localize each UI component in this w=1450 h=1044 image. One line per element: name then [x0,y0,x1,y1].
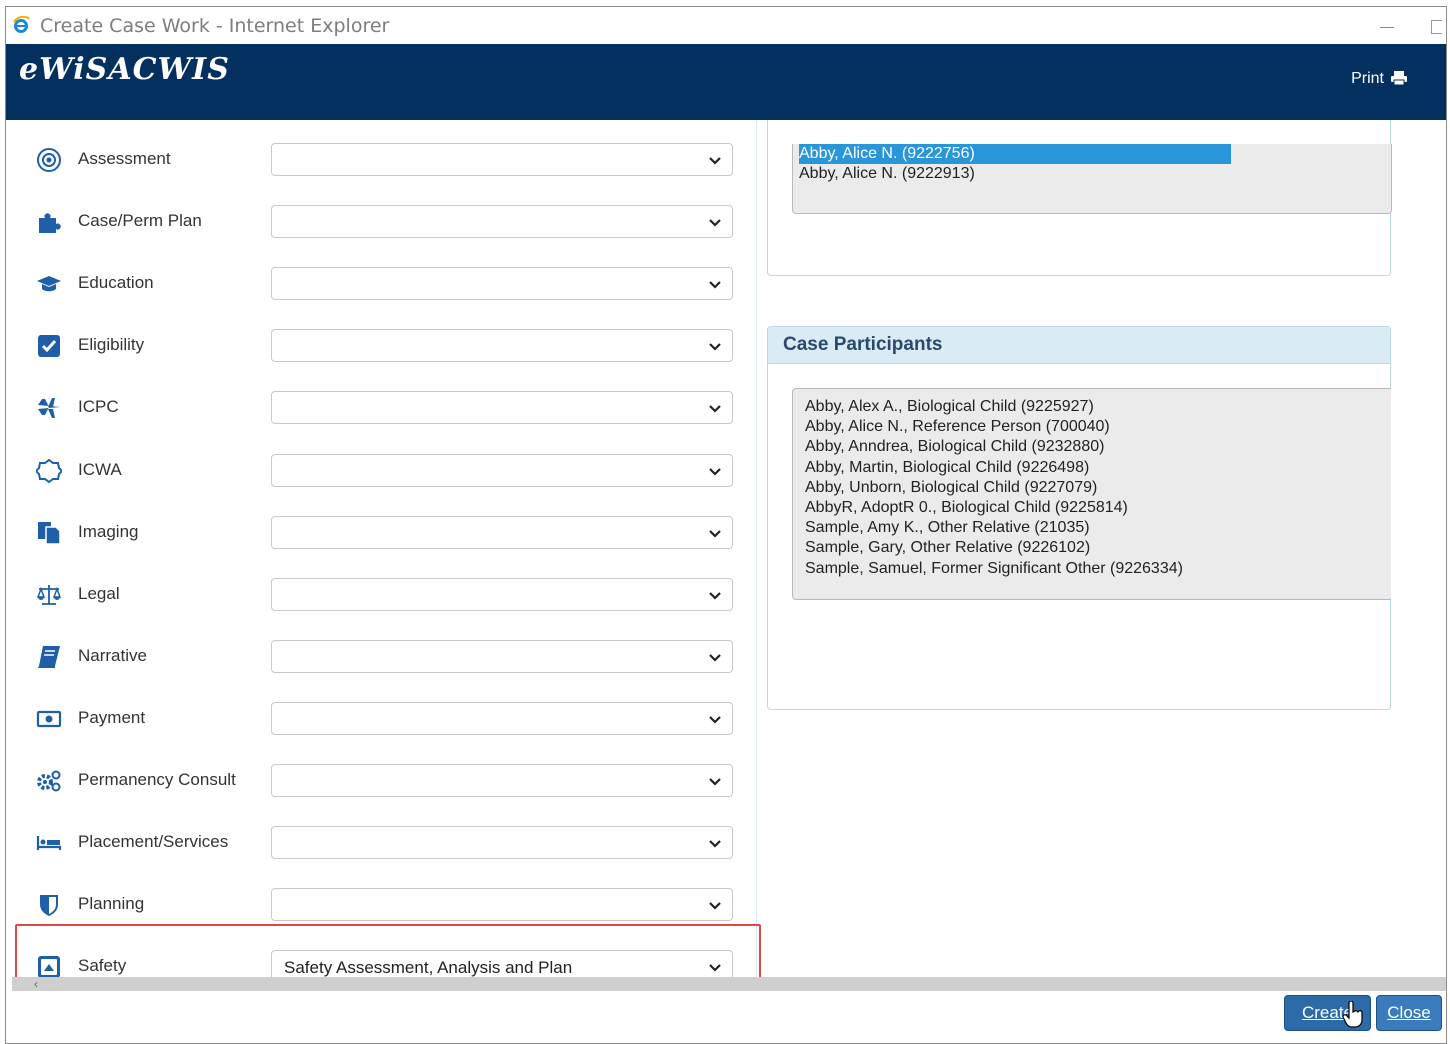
focus-person-item-selected[interactable]: Abby, Alice N. (9222756) [799,144,1231,164]
work-item-label: Case/Perm Plan [78,211,202,230]
scroll-left-icon[interactable]: ‹ [34,977,38,991]
work-item-row-imaging: Imaging [6,514,756,554]
narrative-select[interactable] [271,640,733,673]
target-icon [36,147,62,173]
payment-select[interactable] [271,702,733,735]
work-item-label: Legal [78,584,120,603]
work-item-label: Placement/Services [78,832,229,851]
chevron-down-icon [709,281,721,289]
work-item-row-icpc: ICPC [6,389,756,429]
hand-cursor-icon [1342,1001,1363,1028]
participant-item[interactable]: Sample, Amy K., Other Relative (21035) [793,518,1391,538]
checkbox-icon [36,333,62,359]
participant-item[interactable]: Abby, Alex A., Biological Child (9225927… [793,397,1391,417]
app-header: eWiSACWIS Print [6,44,1446,120]
participant-item[interactable]: Abby, Alice N., Reference Person (700040… [793,417,1391,437]
chevron-down-icon [709,964,721,972]
work-item-label: Permanency Consult [78,770,236,789]
work-item-row-icwa: ICWA [6,452,756,492]
work-item-label: Planning [78,894,145,913]
app-title: eWiSACWIS [19,52,230,87]
chevron-down-icon [709,530,721,538]
work-item-label: Eligibility [78,335,145,354]
window-title: Create Case Work - Internet Explorer [40,15,390,37]
copy-documents-icon [36,520,62,546]
chevron-down-icon [709,219,721,227]
print-label: Print [1351,70,1384,87]
chevron-down-icon [709,840,721,848]
chevron-down-icon [709,157,721,165]
printer-icon [1391,71,1407,86]
participant-item[interactable]: Sample, Samuel, Former Significant Other… [793,559,1391,579]
eligibility-select[interactable] [271,329,733,362]
internet-explorer-icon [13,16,30,33]
case-perm-plan-select[interactable] [271,205,733,238]
case-participants-list[interactable]: Abby, Alex A., Biological Child (9225927… [792,388,1391,600]
work-item-row-education: Education [6,265,756,305]
work-item-label: Imaging [78,522,139,541]
participant-item[interactable]: Abby, Martin, Biological Child (9226498) [793,458,1391,478]
work-item-row-eligibility: Eligibility [6,327,756,367]
work-item-row-legal: Legal [6,576,756,616]
work-item-label: Assessment [78,149,171,168]
selected-value: Safety Assessment, Analysis and Plan [284,958,573,977]
imaging-select[interactable] [271,516,733,549]
participant-item[interactable]: Abby, Unborn, Biological Child (9227079) [793,478,1391,498]
work-item-label: ICPC [78,397,119,416]
icpc-select[interactable] [271,391,733,424]
panel-divider [756,120,757,980]
participant-item[interactable]: Abby, Anndrea, Biological Child (9232880… [793,437,1391,457]
chevron-down-icon [709,405,721,413]
chevron-down-icon [709,592,721,600]
bed-icon [36,830,62,856]
work-item-row-case-perm-plan: Case/Perm Plan [6,203,756,243]
chevron-down-icon [709,778,721,786]
work-item-label: ICWA [78,460,122,479]
maximize-button[interactable] [1431,20,1442,34]
chevron-down-icon [709,468,721,476]
permanency-consult-select[interactable] [271,764,733,797]
focus-person-list[interactable]: Abby, Alice N. (9222756) Abby, Alice N. … [792,144,1392,214]
case-participants-title: Case Participants [783,334,943,355]
work-item-row-assessment: Assessment [6,141,756,181]
chevron-down-icon [709,654,721,662]
work-item-row-payment: Payment [6,700,756,740]
browser-window: Create Case Work - Internet Explorer eWi… [5,6,1447,1044]
shield-icon [36,892,62,918]
close-button[interactable]: Close [1376,995,1442,1031]
work-item-label: Safety [78,956,127,975]
puzzle-icon [36,209,62,235]
scales-icon [36,582,62,608]
case-participants-header: Case Participants [768,327,1390,364]
participant-item[interactable]: AbbyR, AdoptR 0., Biological Child (9225… [793,498,1391,518]
airplane-icon [36,395,62,421]
chevron-down-icon [709,343,721,351]
assessment-select[interactable] [271,143,733,176]
graduation-cap-icon [36,271,62,297]
money-bill-icon [36,706,62,732]
work-item-label: Payment [78,708,146,727]
placement-services-select[interactable] [271,826,733,859]
work-item-label: Narrative [78,646,147,665]
book-icon [36,644,62,670]
minimize-button[interactable] [1380,27,1394,28]
work-item-row-permanency-consult: Permanency Consult [6,762,756,802]
participant-item[interactable]: Sample, Gary, Other Relative (9226102) [793,538,1391,558]
circle-outline-icon [34,458,64,484]
chevron-down-icon [709,902,721,910]
cogs-icon [36,768,62,794]
title-bar: Create Case Work - Internet Explorer [6,7,1446,44]
education-select[interactable] [271,267,733,300]
work-item-label: Education [78,273,154,292]
icwa-select[interactable] [271,454,733,487]
planning-select[interactable] [271,888,733,921]
work-item-row-planning: Planning [6,886,756,926]
work-item-row-placement-services: Placement/Services [6,824,756,864]
print-link[interactable]: Print [1351,70,1408,88]
chevron-down-icon [709,716,721,724]
focus-person-item[interactable]: Abby, Alice N. (9222913) [799,164,975,184]
work-item-row-narrative: Narrative [6,638,756,678]
horizontal-scrollbar[interactable]: ‹ [12,977,1446,991]
legal-select[interactable] [271,578,733,611]
